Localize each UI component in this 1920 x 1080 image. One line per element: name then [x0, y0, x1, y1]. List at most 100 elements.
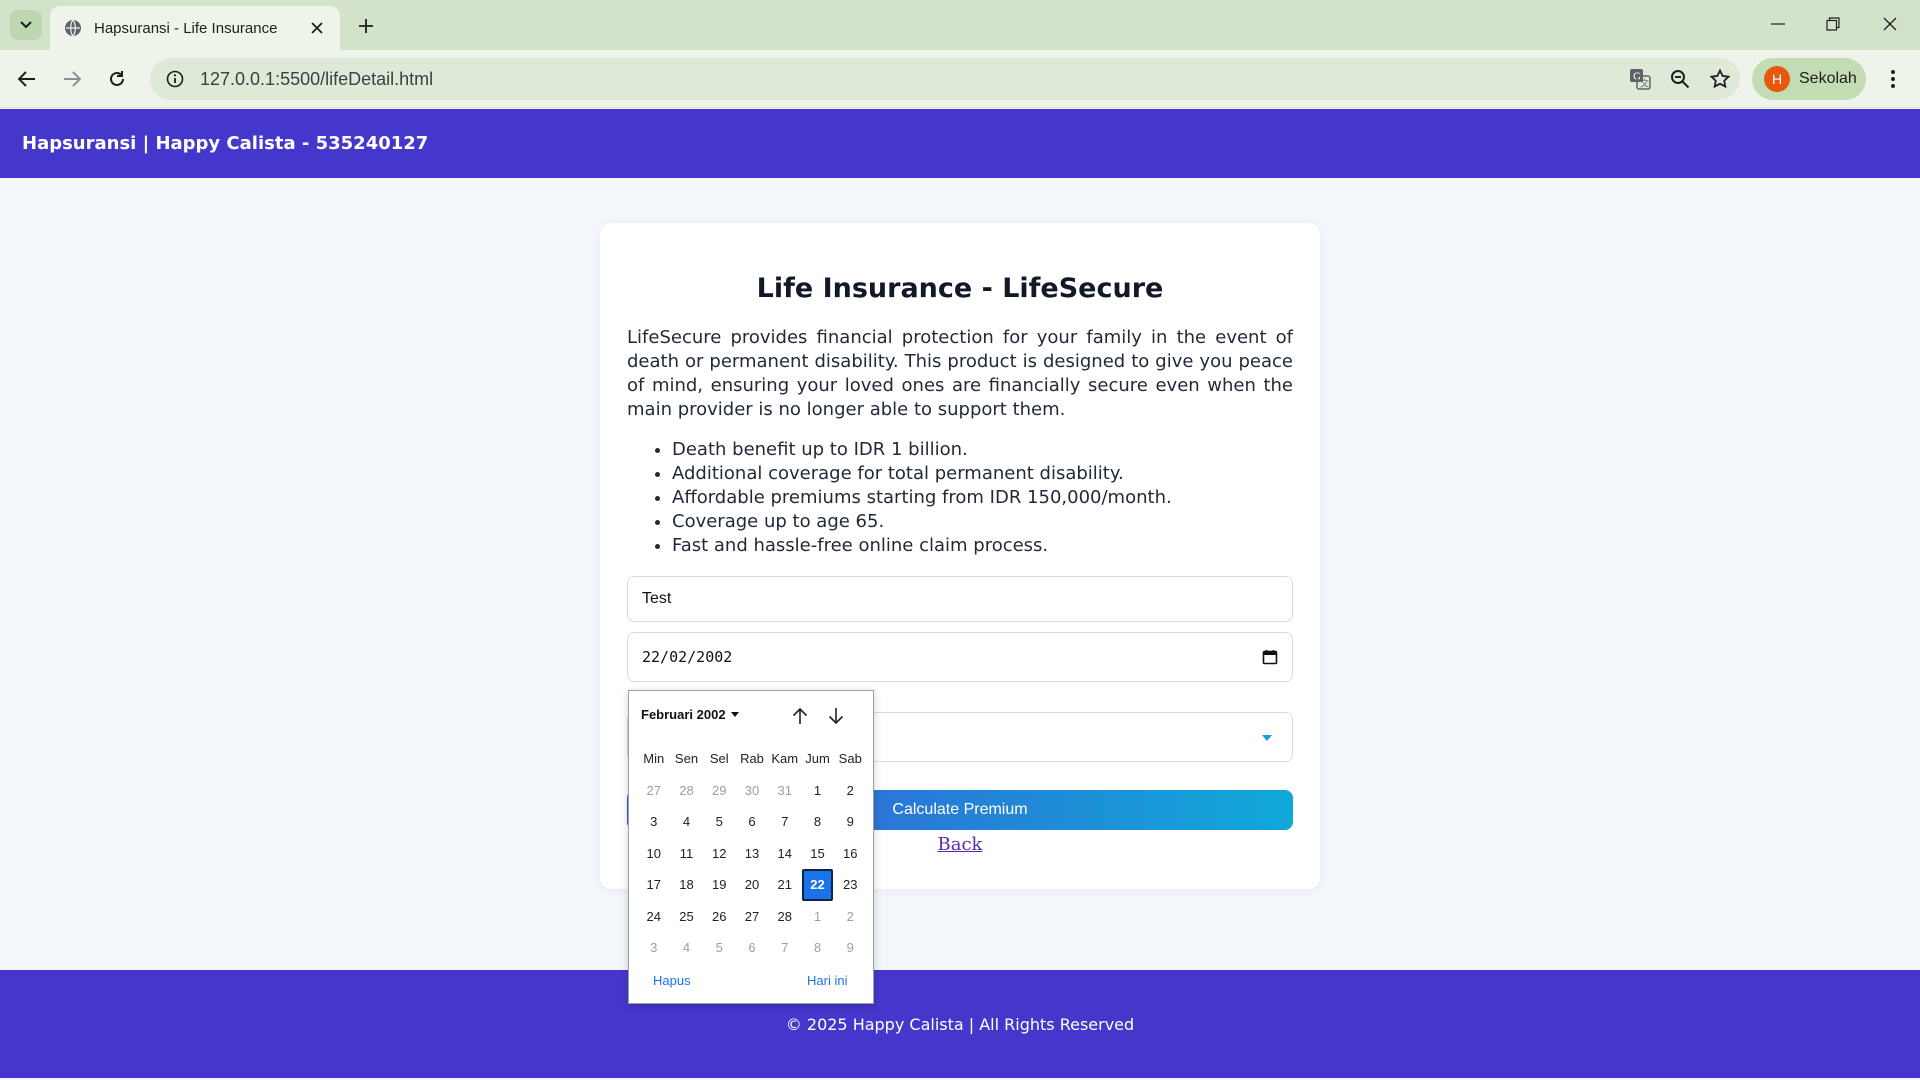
translate-icon: G文	[1630, 69, 1651, 90]
feature-item: Fast and hassle-free online claim proces…	[672, 534, 1293, 558]
calendar-day[interactable]: 30	[736, 775, 768, 807]
calendar-day[interactable]: 7	[769, 806, 801, 838]
calendar-day[interactable]: 1	[802, 901, 834, 933]
weekday-header: Sab	[838, 751, 862, 767]
bookmark-button[interactable]	[1700, 59, 1740, 99]
back-arrow-icon	[18, 71, 35, 87]
calendar-day[interactable]: 6	[736, 806, 768, 838]
calendar-day[interactable]: 5	[704, 932, 736, 964]
arrow-down-icon	[828, 708, 844, 725]
browser-menu-button[interactable]	[1878, 64, 1908, 94]
browser-tab-strip: Hapsuransi - Life Insurance	[0, 0, 1920, 50]
calendar-day[interactable]: 4	[671, 932, 703, 964]
calendar-day[interactable]: 21	[769, 869, 801, 901]
month-year-label: Februari 2002	[641, 707, 726, 722]
calendar-day[interactable]: 15	[802, 838, 834, 870]
site-info-icon	[166, 70, 184, 88]
site-footer: © 2025 Happy Calista | All Rights Reserv…	[0, 970, 1920, 1078]
calendar-day[interactable]: 12	[704, 838, 736, 870]
calendar-day[interactable]: 17	[638, 869, 670, 901]
feature-item: Affordable premiums starting from IDR 15…	[672, 486, 1293, 510]
calendar-day[interactable]: 8	[802, 932, 834, 964]
calendar-day[interactable]: 11	[671, 838, 703, 870]
calendar-day[interactable]: 14	[769, 838, 801, 870]
copyright-text: © 2025 Happy Calista | All Rights Reserv…	[785, 1014, 1135, 1034]
next-month-button[interactable]	[823, 703, 849, 729]
weekday-header: Rab	[740, 751, 764, 767]
calendar-day[interactable]: 16	[835, 838, 867, 870]
calendar-day[interactable]: 3	[638, 932, 670, 964]
month-year-selector[interactable]: Februari 2002	[641, 707, 739, 722]
close-icon	[1883, 17, 1897, 31]
calendar-day[interactable]: 31	[769, 775, 801, 807]
page-title: Life Insurance - LifeSecure	[756, 273, 1164, 304]
plus-icon	[359, 19, 373, 33]
feature-item: Death benefit up to IDR 1 billion.	[672, 438, 1293, 462]
calendar-day[interactable]: 10	[638, 838, 670, 870]
restore-button[interactable]	[1813, 8, 1853, 40]
calendar-day[interactable]: 2	[835, 775, 867, 807]
clear-date-button[interactable]: Hapus	[653, 973, 691, 988]
weekday-header: Sel	[709, 751, 729, 767]
calendar-day[interactable]: 1	[802, 775, 834, 807]
minimize-icon	[1771, 23, 1785, 25]
window-close-button[interactable]	[1870, 8, 1910, 40]
translate-button[interactable]: G文	[1620, 59, 1660, 99]
reload-icon	[110, 71, 124, 86]
profile-button[interactable]: H Sekolah	[1752, 58, 1866, 100]
url-text[interactable]: 127.0.0.1:5500/lifeDetail.html	[200, 69, 1620, 90]
calendar-day[interactable]: 9	[835, 932, 867, 964]
forward-button[interactable]	[57, 64, 87, 94]
previous-month-button[interactable]	[787, 703, 813, 729]
calendar-day[interactable]: 28	[769, 901, 801, 933]
tab-search-button[interactable]	[10, 10, 42, 40]
calendar-day[interactable]: 27	[736, 901, 768, 933]
calendar-day[interactable]: 5	[704, 806, 736, 838]
calendar-day-selected[interactable]: 22	[801, 869, 834, 901]
new-tab-button[interactable]	[352, 12, 380, 40]
today-button[interactable]: Hari ini	[807, 973, 847, 988]
calendar-day[interactable]: 23	[835, 869, 867, 901]
calendar-day[interactable]: 29	[704, 775, 736, 807]
calendar-day[interactable]: 27	[638, 775, 670, 807]
calendar-icon[interactable]	[1262, 649, 1278, 665]
birthdate-input[interactable]: 22/02/2002	[627, 632, 1293, 682]
calendar-day[interactable]: 24	[638, 901, 670, 933]
forward-arrow-icon	[64, 71, 81, 87]
calendar-day[interactable]: 6	[736, 932, 768, 964]
calendar-day[interactable]: 7	[769, 932, 801, 964]
browser-toolbar: 127.0.0.1:5500/lifeDetail.html G文 H Seko…	[0, 50, 1920, 108]
site-brand: Hapsuransi | Happy Calista - 535240127	[22, 133, 429, 154]
minimize-button[interactable]	[1758, 8, 1798, 40]
back-button[interactable]	[12, 64, 42, 94]
bookmark-star-icon	[1710, 69, 1730, 89]
name-input[interactable]: Test	[627, 576, 1293, 622]
calendar-day[interactable]: 2	[835, 901, 867, 933]
zoom-button[interactable]	[1660, 59, 1700, 99]
svg-text:文: 文	[1640, 78, 1649, 90]
profile-name: Sekolah	[1799, 70, 1857, 87]
calendar-day[interactable]: 28	[671, 775, 703, 807]
calendar-day[interactable]: 25	[671, 901, 703, 933]
tab-close-button[interactable]	[306, 17, 328, 39]
globe-icon	[64, 19, 82, 37]
calendar-day[interactable]: 4	[671, 806, 703, 838]
avatar: H	[1764, 66, 1790, 92]
date-picker-popup: Februari 2002 Min Sen Sel Rab Kam Jum Sab 27 28 2…	[628, 690, 874, 1004]
feature-item: Additional coverage for total permanent …	[672, 462, 1293, 486]
name-input-value: Test	[642, 590, 672, 607]
weekday-header: Sen	[674, 751, 699, 767]
calendar-day[interactable]: 8	[802, 806, 834, 838]
browser-tab-active[interactable]: Hapsuransi - Life Insurance	[50, 6, 340, 50]
address-bar[interactable]: 127.0.0.1:5500/lifeDetail.html G文	[150, 58, 1740, 100]
weekday-header: Jum	[805, 751, 830, 767]
calendar-day[interactable]: 3	[638, 806, 670, 838]
site-info-button[interactable]	[154, 58, 196, 100]
reload-button[interactable]	[102, 64, 132, 94]
calendar-day[interactable]: 13	[736, 838, 768, 870]
calendar-day[interactable]: 9	[835, 806, 867, 838]
calendar-day[interactable]: 19	[704, 869, 736, 901]
calendar-day[interactable]: 20	[736, 869, 768, 901]
calendar-day[interactable]: 18	[671, 869, 703, 901]
calendar-day[interactable]: 26	[704, 901, 736, 933]
